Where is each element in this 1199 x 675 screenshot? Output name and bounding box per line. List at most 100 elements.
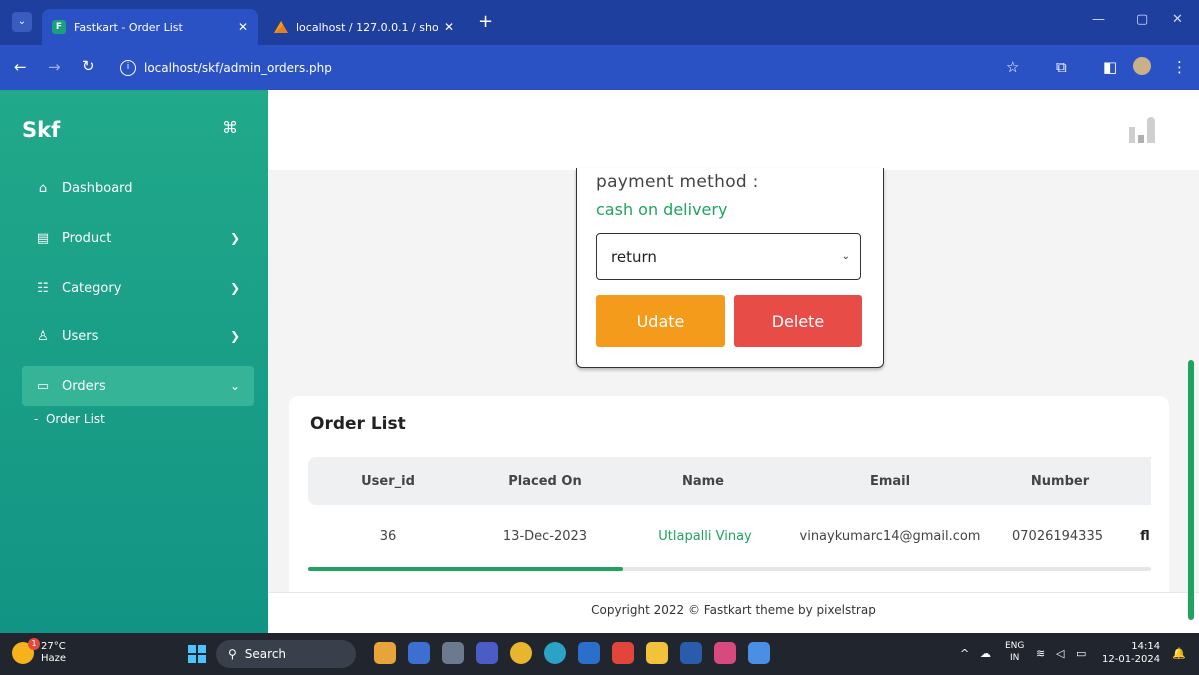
bookmark-star-icon[interactable]: ☆	[1006, 58, 1019, 76]
browser-menu-icon[interactable]: ⋮	[1172, 58, 1187, 76]
sidebar-subitem-order-list[interactable]: - Order List	[34, 412, 105, 426]
store-app-icon[interactable]	[578, 642, 600, 664]
windows-start-icon[interactable]	[188, 645, 206, 663]
brand-logo[interactable]: Skf	[22, 118, 60, 142]
time: 14:14	[1131, 641, 1161, 652]
chevron-right-icon: ❯	[229, 281, 240, 295]
column-header-name: Name	[681, 474, 724, 489]
tab-phpmyadmin[interactable]: localhost / 127.0.0.1 / shop_db / ✕	[264, 9, 464, 45]
new-tab-icon[interactable]: +	[478, 12, 493, 32]
tab-title: Fastkart - Order List	[74, 20, 183, 34]
phpmyadmin-icon	[274, 21, 288, 33]
back-icon[interactable]: ←	[14, 58, 27, 76]
cell-email: vinaykumarc14@gmail.com	[799, 529, 981, 544]
extensions-icon[interactable]: ⧉	[1056, 58, 1067, 76]
search-icon: ⚲	[228, 647, 237, 661]
side-panel-icon[interactable]: ◧	[1103, 58, 1117, 76]
favicon-f-icon: F	[52, 20, 66, 34]
profile-menu-icon[interactable]	[1129, 115, 1159, 143]
chevron-down-icon: ⌄	[841, 251, 850, 262]
sidebar-item-orders[interactable]: ▭ Orders ⌄	[22, 366, 254, 406]
list-icon: ☷	[37, 280, 49, 296]
delete-button[interactable]: Delete	[734, 295, 862, 347]
weather-text: Haze	[41, 653, 67, 664]
chevron-right-icon: ❯	[229, 329, 240, 343]
app-icon[interactable]	[714, 642, 736, 664]
archive-icon: ▭	[36, 378, 50, 394]
tab-close-icon[interactable]: ✕	[238, 20, 248, 34]
tab-close-icon[interactable]: ✕	[444, 20, 454, 34]
chevron-down-icon: ⌄	[229, 379, 240, 393]
restore-icon[interactable]: ▢	[1136, 12, 1148, 27]
sidebar-item-users[interactable]: ♙ Users ❯	[22, 316, 254, 356]
sidebar-item-label: Orders	[62, 378, 106, 394]
column-header-number: Number	[1030, 474, 1090, 489]
cell-number: 07026194335	[1012, 529, 1103, 544]
widgets-app-icon[interactable]	[374, 642, 396, 664]
site-info-icon[interactable]: i	[120, 60, 136, 76]
brave-app-icon[interactable]	[612, 642, 634, 664]
clock[interactable]: 14:14 12-01-2024	[1102, 640, 1160, 666]
teams-app-icon[interactable]	[476, 642, 498, 664]
cell-placed-on: 13-Dec-2023	[502, 529, 588, 544]
column-header-email: Email	[869, 474, 911, 489]
column-header-placed-on: Placed On	[508, 474, 582, 489]
sidebar-item-category[interactable]: ☷ Category ❯	[22, 268, 254, 308]
close-window-icon[interactable]: ✕	[1172, 12, 1183, 27]
update-button[interactable]: Udate	[596, 295, 725, 347]
sidebar-item-label: Dashboard	[62, 180, 133, 196]
volume-icon[interactable]: ◁	[1056, 647, 1064, 660]
temperature: 27°C	[41, 641, 66, 652]
cell-name[interactable]: Utlapalli Vinay	[645, 529, 765, 544]
payment-method-label: payment method :	[596, 172, 759, 192]
onedrive-icon[interactable]: ☁	[980, 647, 991, 660]
order-status-value: return	[611, 247, 657, 266]
store-icon: ▤	[36, 230, 50, 246]
chevron-right-icon: ❯	[229, 231, 240, 245]
horizontal-scrollbar-thumb[interactable]	[308, 567, 623, 571]
column-header-user-id: User_id	[361, 474, 415, 489]
battery-icon[interactable]: ▭	[1076, 647, 1086, 660]
date: 12-01-2024	[1102, 654, 1161, 665]
notification-bell-icon[interactable]: 🔔	[1172, 647, 1186, 660]
search-label: Search	[244, 647, 287, 661]
chevron-up-icon[interactable]: ^	[960, 647, 969, 660]
vertical-scrollbar-thumb[interactable]	[1188, 360, 1194, 620]
notification-badge: 1	[28, 638, 40, 650]
tab-fastkart-order-list[interactable]: F Fastkart - Order List ✕	[42, 9, 258, 45]
minimize-icon[interactable]: —	[1092, 12, 1105, 27]
forward-icon[interactable]: →	[48, 58, 61, 76]
language-indicator[interactable]: ENG IN	[1005, 640, 1024, 664]
tab-title: localhost / 127.0.0.1 / shop_db /	[296, 20, 438, 34]
wifi-icon[interactable]: ≋	[1036, 647, 1045, 660]
sidebar-subitem-label: Order List	[45, 412, 105, 426]
sidebar-item-product[interactable]: ▤ Product ❯	[22, 218, 254, 258]
chrome-app-icon[interactable]	[510, 642, 532, 664]
reload-icon[interactable]: ↻	[82, 57, 95, 75]
sidebar-item-label: Product	[62, 230, 112, 246]
tab-search-chevron-icon[interactable]: ⌄	[12, 12, 32, 32]
grid-menu-icon[interactable]: ⌘	[222, 118, 238, 137]
url-field[interactable]: i localhost/skf/admin_orders.php	[114, 56, 994, 80]
task-view-icon[interactable]	[442, 642, 464, 664]
language-code: ENG	[1005, 641, 1025, 651]
copilot-app-icon[interactable]	[408, 642, 430, 664]
app-icon[interactable]	[748, 642, 770, 664]
word-app-icon[interactable]	[680, 642, 702, 664]
sidebar-item-dashboard[interactable]: ⌂ Dashboard	[22, 168, 254, 208]
url-text: localhost/skf/admin_orders.php	[144, 61, 332, 75]
file-explorer-icon[interactable]	[646, 642, 668, 664]
profile-avatar[interactable]	[1133, 57, 1151, 75]
payment-method-value: cash on delivery	[596, 200, 728, 219]
copyright-text: Copyright 2022 © Fastkart theme by pixel…	[591, 603, 876, 617]
weather-widget[interactable]: 27°C Haze	[41, 641, 66, 665]
cell-user-id: 36	[379, 529, 397, 544]
page-header	[268, 90, 1199, 170]
order-status-select[interactable]: return ⌄	[596, 233, 861, 280]
sidebar-item-label: Category	[62, 280, 122, 296]
region-code: IN	[1010, 653, 1020, 663]
order-list-title: Order List	[310, 414, 406, 434]
taskbar-search[interactable]: ⚲ Search	[216, 640, 356, 668]
sidebar-item-label: Users	[62, 328, 99, 344]
edge-app-icon[interactable]	[544, 642, 566, 664]
